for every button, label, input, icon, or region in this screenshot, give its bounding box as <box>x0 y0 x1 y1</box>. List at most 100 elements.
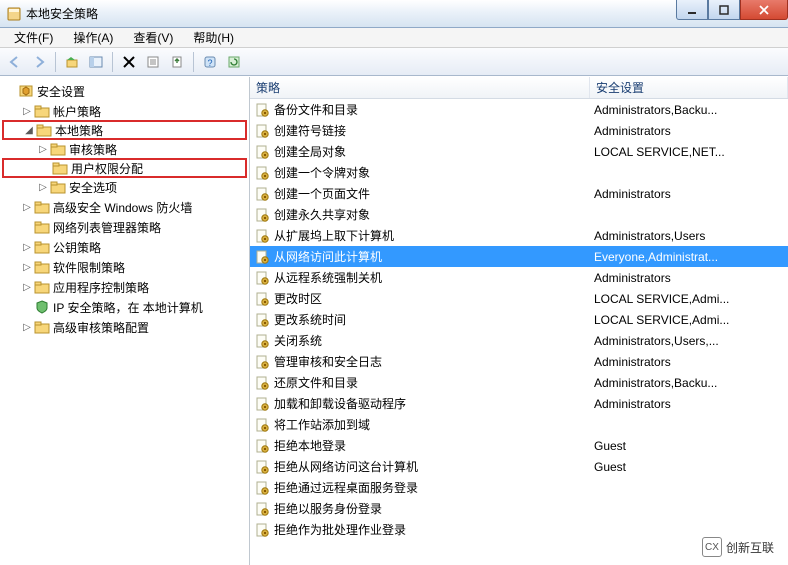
cell-setting: Administrators,Backu... <box>590 376 788 390</box>
expander-icon[interactable]: ▷ <box>20 202 34 213</box>
policy-icon <box>254 522 270 538</box>
cell-policy: 拒绝本地登录 <box>250 437 590 454</box>
policy-text: 还原文件和目录 <box>274 374 358 391</box>
tree-item[interactable]: ▷ 高级安全 Windows 防火墙 <box>2 197 247 217</box>
cell-setting: Guest <box>590 460 788 474</box>
list-row[interactable]: 创建符号链接Administrators <box>250 120 788 141</box>
list-body[interactable]: 备份文件和目录Administrators,Backu...创建符号链接Admi… <box>250 99 788 565</box>
policy-text: 关闭系统 <box>274 332 322 349</box>
list-row[interactable]: 将工作站添加到域 <box>250 414 788 435</box>
list-row[interactable]: 拒绝本地登录 Guest <box>250 435 788 456</box>
list-row[interactable]: 拒绝从网络访问这台计算机 Guest <box>250 456 788 477</box>
help-button[interactable]: ? <box>199 51 221 73</box>
list-row[interactable]: 还原文件和目录 Administrators,Backu... <box>250 372 788 393</box>
list-row[interactable]: 更改系统时间LOCAL SERVICE,Admi... <box>250 309 788 330</box>
policy-text: 拒绝从网络访问这台计算机 <box>274 458 418 475</box>
list-row[interactable]: 从扩展坞上取下计算机Administrators,Users <box>250 225 788 246</box>
main-area: 安全设置 ▷帐户策略◢本地策略▷审核策略用户权限分配▷安全选项▷高级安全 Win… <box>0 76 788 565</box>
window-controls <box>676 0 788 20</box>
policy-icon <box>254 480 270 496</box>
list-row[interactable]: 备份文件和目录Administrators,Backu... <box>250 99 788 120</box>
cell-setting: Administrators,Users <box>590 229 788 243</box>
menu-action[interactable]: 操作(A) <box>63 27 123 48</box>
tree-item[interactable]: ▷安全选项 <box>2 177 247 197</box>
folder-icon <box>34 199 50 215</box>
back-button[interactable] <box>4 51 26 73</box>
tree-root[interactable]: 安全设置 <box>2 81 247 101</box>
export-button[interactable] <box>166 51 188 73</box>
list-row[interactable]: 创建一个令牌对象 <box>250 162 788 183</box>
tree-item[interactable]: ▷帐户策略 <box>2 101 247 121</box>
tree-item[interactable]: 网络列表管理器策略 <box>2 217 247 237</box>
tree-panel[interactable]: 安全设置 ▷帐户策略◢本地策略▷审核策略用户权限分配▷安全选项▷高级安全 Win… <box>0 77 250 565</box>
expander-icon[interactable]: ▷ <box>36 144 50 155</box>
menu-view[interactable]: 查看(V) <box>123 27 183 48</box>
list-row[interactable]: 从网络访问此计算机Everyone,Administrat... <box>250 246 788 267</box>
cell-policy: 备份文件和目录 <box>250 101 590 118</box>
policy-text: 管理审核和安全日志 <box>274 353 382 370</box>
cell-policy: 拒绝作为批处理作业登录 <box>250 521 590 538</box>
list-row[interactable]: 拒绝通过远程桌面服务登录 <box>250 477 788 498</box>
policy-text: 创建永久共享对象 <box>274 206 370 223</box>
cell-policy: 还原文件和目录 <box>250 374 590 391</box>
list-row[interactable]: 更改时区LOCAL SERVICE,Admi... <box>250 288 788 309</box>
tree-item[interactable]: ▷审核策略 <box>2 139 247 159</box>
tree-item[interactable]: ▷ 公钥策略 <box>2 237 247 257</box>
delete-button[interactable] <box>118 51 140 73</box>
expander-icon[interactable]: ▷ <box>36 182 50 193</box>
expander-icon[interactable]: ▷ <box>20 282 34 293</box>
cell-policy: 拒绝通过远程桌面服务登录 <box>250 479 590 496</box>
tree-item-label: 高级安全 Windows 防火墙 <box>53 199 192 216</box>
policy-icon <box>254 144 270 160</box>
policy-text: 拒绝本地登录 <box>274 437 346 454</box>
column-header-policy[interactable]: 策略 <box>250 77 590 98</box>
expander-icon[interactable]: ▷ <box>20 322 34 333</box>
cell-policy: 创建符号链接 <box>250 122 590 139</box>
list-row[interactable]: 拒绝以服务身份登录 <box>250 498 788 519</box>
column-header-setting[interactable]: 安全设置 <box>590 77 788 98</box>
cell-setting: Guest <box>590 439 788 453</box>
cell-policy: 创建全局对象 <box>250 143 590 160</box>
tree-item-label: 公钥策略 <box>53 239 101 256</box>
tree-item-label: 应用程序控制策略 <box>53 279 149 296</box>
up-button[interactable] <box>61 51 83 73</box>
minimize-button[interactable] <box>676 0 708 20</box>
list-row[interactable]: 创建一个页面文件Administrators <box>250 183 788 204</box>
menu-file[interactable]: 文件(F) <box>4 27 63 48</box>
policy-icon <box>254 312 270 328</box>
show-hide-tree-button[interactable] <box>85 51 107 73</box>
tree-item[interactable]: ◢ 本地策略 <box>2 120 247 140</box>
expander-icon[interactable]: ▷ <box>20 106 34 117</box>
svg-text:?: ? <box>207 58 212 68</box>
properties-button[interactable] <box>142 51 164 73</box>
close-button[interactable] <box>740 0 788 20</box>
toolbar-separator <box>193 52 194 72</box>
menu-help[interactable]: 帮助(H) <box>183 27 244 48</box>
forward-button[interactable] <box>28 51 50 73</box>
policy-icon <box>254 207 270 223</box>
folder-icon <box>34 239 50 255</box>
cell-setting: Administrators <box>590 187 788 201</box>
list-row[interactable]: 创建永久共享对象 <box>250 204 788 225</box>
policy-icon <box>254 228 270 244</box>
maximize-button[interactable] <box>708 0 740 20</box>
expander-icon[interactable]: ◢ <box>22 125 36 136</box>
refresh-button[interactable] <box>223 51 245 73</box>
tree-item[interactable]: 用户权限分配 <box>2 158 247 178</box>
list-row[interactable]: 加载和卸载设备驱动程序Administrators <box>250 393 788 414</box>
tree-item[interactable]: ▷高级审核策略配置 <box>2 317 247 337</box>
list-row[interactable]: 管理审核和安全日志Administrators <box>250 351 788 372</box>
list-row[interactable]: 创建全局对象LOCAL SERVICE,NET... <box>250 141 788 162</box>
expander-icon[interactable]: ▷ <box>20 262 34 273</box>
shield-icon <box>34 299 50 315</box>
tree-item[interactable]: ▷软件限制策略 <box>2 257 247 277</box>
tree-item[interactable]: ▷ 应用程序控制策略 <box>2 277 247 297</box>
policy-icon <box>254 396 270 412</box>
policy-text: 更改系统时间 <box>274 311 346 328</box>
expander-icon[interactable]: ▷ <box>20 242 34 253</box>
tree-item[interactable]: IP 安全策略，在 本地计算机 <box>2 297 247 317</box>
policy-icon <box>254 249 270 265</box>
tree-item-label: 本地策略 <box>55 122 103 139</box>
list-row[interactable]: 关闭系统Administrators,Users,... <box>250 330 788 351</box>
list-row[interactable]: 从远程系统强制关机Administrators <box>250 267 788 288</box>
